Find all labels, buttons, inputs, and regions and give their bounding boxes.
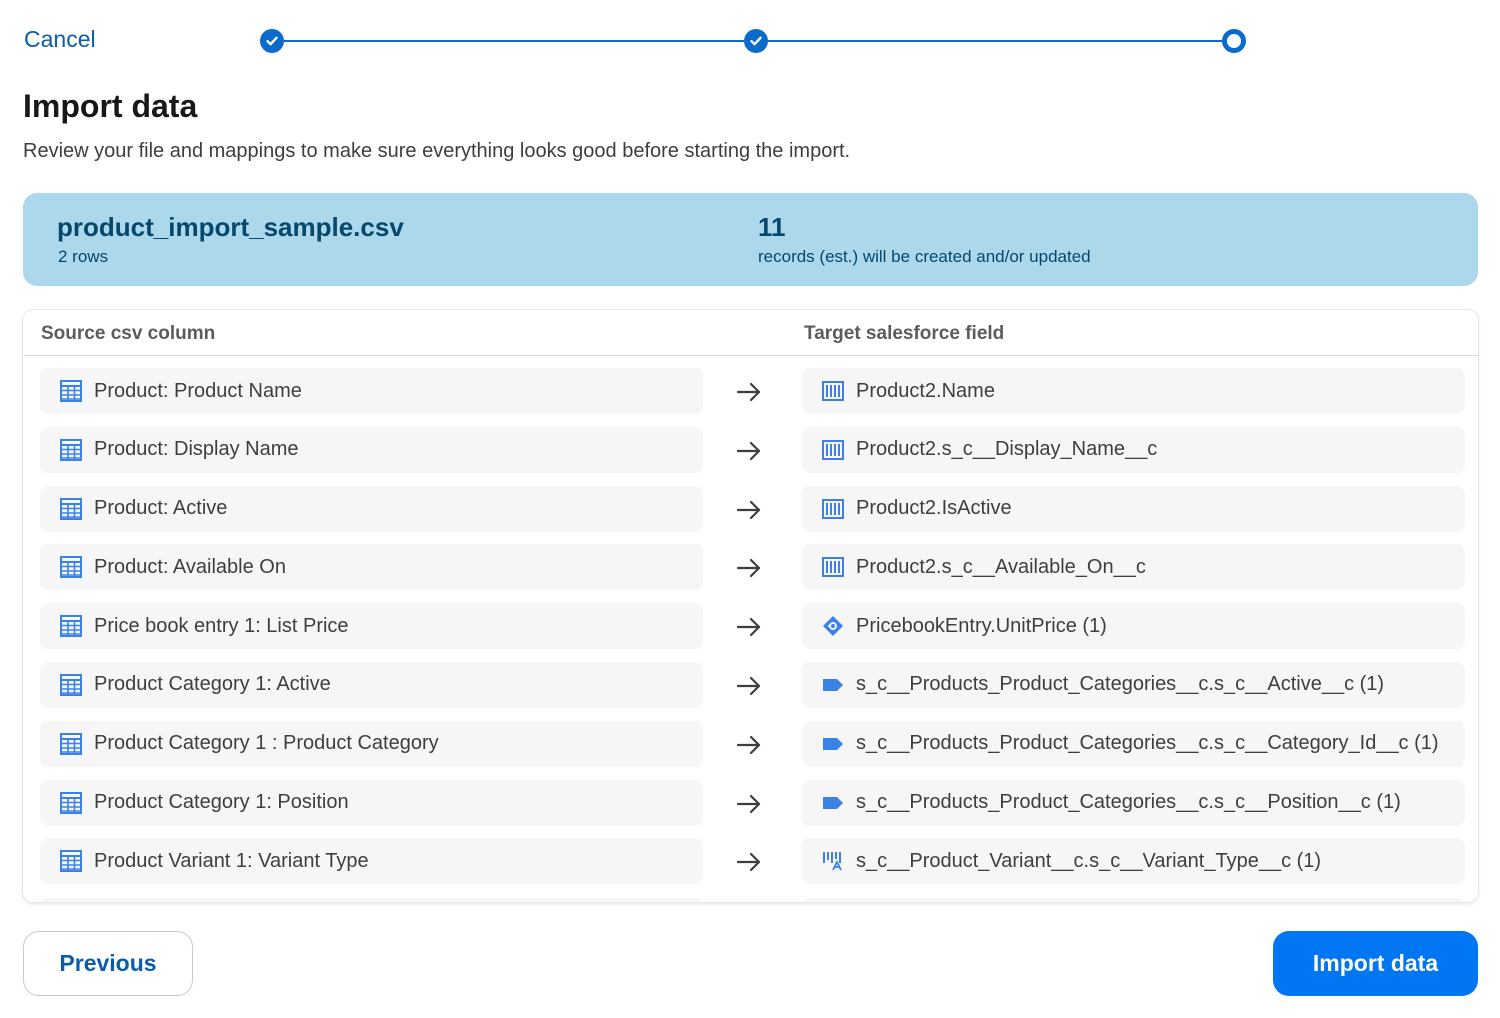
source-column-cell: Product: Display Name [40,426,703,473]
target-field-name: Product2.Name [856,379,995,402]
arrow-right-icon [736,559,761,578]
table-icon [60,497,82,520]
target-field-name: Product2.IsActive [856,497,1012,520]
page-title: Import data [23,88,198,124]
target-field-cell: Product2.s_c__Display_Name__c [802,426,1465,473]
field-icon [822,439,844,460]
mapping-table-header: Source csv column Target salesforce fiel… [23,310,1478,356]
source-column-cell: Product Category 1 : Product Category [40,720,703,767]
check-icon [750,36,762,46]
source-column-cell: Product: Active [40,485,703,532]
mapping-row: Product Category 1 : Product Category s_c… [23,720,1478,780]
source-column-name: Product Category 1: Active [94,673,331,696]
import-data-button[interactable]: Import data [1273,931,1478,996]
import-summary-panel: product_import_sample.csv 2 rows 11 reco… [23,193,1478,286]
target-field-cell: s_c__Product_Variant__c.s_c__Variant_Typ… [802,838,1465,885]
table-icon [60,673,82,696]
target-field-name: PricebookEntry.UnitPrice (1) [856,614,1107,637]
arrow-right-icon [736,735,761,754]
check-icon [266,36,278,46]
arrow-right-icon [736,382,761,402]
source-column-cell: Product Category 1: Position [40,779,703,826]
source-column-name: Product: Active [94,497,228,520]
target-field-cell: PricebookEntry.UnitPrice (1) [802,603,1465,650]
source-column-name: Product Category 1: Position [94,791,349,814]
source-column-cell: Price book entry 1: List Price [40,603,703,650]
arrow-right-icon [736,441,761,460]
arrow-right-icon [736,794,761,813]
step-1-complete [260,29,284,53]
mapping-row: Product: Product Name Product2.Name [23,368,1478,427]
table-icon [60,380,82,402]
step-connector-1 [284,40,744,42]
target-field-cell: Product2.s_c__Available_On__c [802,544,1465,591]
mapping-rows: Product: Product Name Product2.Name Produc… [23,368,1478,897]
file-row-count: 2 rows [58,247,109,266]
target-field-cell: s_c__Products_Product_Categories__c.s_c_… [802,661,1465,708]
page-subtitle: Review your file and mappings to make su… [23,140,851,162]
record-count: 11 [758,212,786,242]
arrow-right-icon [736,853,761,872]
source-column-cell: Product: Product Name [40,368,703,414]
target-field-cell: Product2.IsActive [802,485,1465,532]
mapping-row: Product Category 1: Active s_c__Products_… [23,661,1478,721]
field-mapping-table[interactable]: Source csv column Target salesforce fiel… [23,310,1478,902]
source-column-name: Price book entry 1: List Price [94,614,349,637]
table-icon [60,615,82,638]
source-column-name: Product: Available On [94,555,286,578]
step-2-complete [744,29,768,53]
source-column-name: Product: Display Name [94,438,299,461]
mapping-row: Product Category 1: Position s_c__Product… [23,779,1478,839]
field-icon [822,557,844,578]
target-field-cell: s_c__Products_Product_Categories__c.s_c_… [802,720,1465,767]
target-column-header: Target salesforce field [804,323,1005,344]
field-icon [822,498,844,519]
mapping-row: Product: Display Name Product2.s_c__Displ… [23,426,1478,486]
cancel-link[interactable]: Cancel [24,26,96,53]
source-column-cell: Product Variant 1: Variant Type [40,838,703,885]
arrow-right-icon [736,618,761,637]
target-field-cell: Product2.Name [802,368,1465,414]
tag-icon [823,678,843,691]
target-field-cell: s_c__Products_Product_Categories__c.s_c_… [802,779,1465,826]
target-field-name: s_c__Products_Product_Categories__c.s_c_… [856,732,1439,755]
arrow-right-icon [736,676,761,696]
table-icon [60,732,82,755]
partially-hidden-row-target [802,898,1465,902]
pricebook-icon [823,616,843,637]
table-icon [60,556,82,579]
target-field-name: s_c__Product_Variant__c.s_c__Variant_Typ… [856,849,1322,872]
tag-icon [823,737,843,750]
source-column-cell: Product Category 1: Active [40,661,703,708]
tag-icon [823,796,843,809]
source-column-name: Product Variant 1: Variant Type [94,849,369,872]
mapping-row: Price book entry 1: List Price PricebookE… [23,603,1478,662]
table-icon [60,791,82,814]
progress-stepper [260,28,1248,54]
variant-icon [823,852,842,871]
previous-button[interactable]: Previous [23,931,193,996]
record-count-description: records (est.) will be created and/or up… [758,247,1091,266]
file-name: product_import_sample.csv [57,212,404,242]
source-column-name: Product: Product Name [94,379,302,402]
table-icon [60,438,82,461]
source-column-cell: Product: Available On [40,544,703,591]
mapping-row: Product: Available On Product2.s_c__Avail… [23,544,1478,603]
target-field-name: s_c__Products_Product_Categories__c.s_c_… [856,791,1401,814]
step-connector-2 [768,40,1222,42]
source-column-header: Source csv column [41,323,216,344]
target-field-name: Product2.s_c__Available_On__c [856,555,1146,578]
field-icon [822,381,844,401]
mapping-row: Product Variant 1: Variant Type s_c__Prod… [23,838,1478,897]
mapping-row: Product: Active Product2.IsActive [23,485,1478,545]
source-column-name: Product Category 1 : Product Category [94,732,439,755]
target-field-name: Product2.s_c__Display_Name__c [856,438,1158,461]
target-field-name: s_c__Products_Product_Categories__c.s_c_… [856,673,1385,696]
arrow-right-icon [736,500,761,519]
partially-hidden-row-source [40,898,703,902]
table-icon [60,850,82,873]
step-3-current [1222,29,1246,53]
